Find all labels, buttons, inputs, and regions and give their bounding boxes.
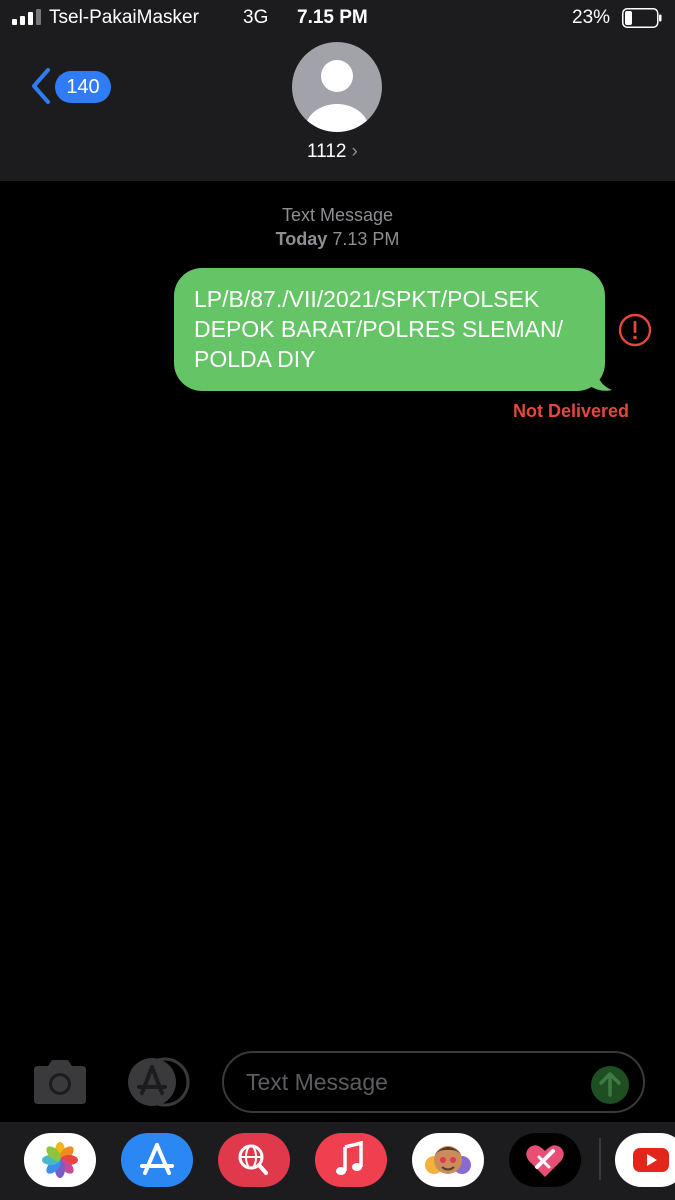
outgoing-message-bubble[interactable]: LP/B/87./VII/2021/SPKT/POLSEK DEPOK BARA… — [174, 268, 605, 391]
message-line: DEPOK BARAT/POLRES SLEMAN/ — [194, 316, 563, 342]
battery-percentage: 23% — [572, 7, 611, 28]
search-images-app-icon[interactable] — [218, 1133, 290, 1187]
conversation-header: Tsel-PakaiMasker 3G 7.15 PM 23% 140 1112… — [0, 0, 675, 181]
message-line: POLDA DIY — [194, 346, 316, 372]
timestamp-day: Today — [275, 229, 328, 249]
network-type: 3G — [243, 7, 269, 28]
unread-count-badge: 140 — [55, 71, 111, 103]
exclamation-circle-icon[interactable] — [618, 313, 652, 347]
memoji-stickers-app-icon[interactable] — [412, 1133, 484, 1187]
contact-name: 1112 — [307, 141, 347, 162]
contact-avatar-icon[interactable] — [292, 42, 382, 132]
carrier-name: Tsel-PakaiMasker — [49, 7, 199, 28]
bubble-tail — [590, 364, 612, 391]
imessage-app-drawer — [0, 1122, 675, 1200]
contact-name-link[interactable]: 1112 › — [307, 141, 358, 163]
message-input[interactable]: Text Message — [222, 1051, 645, 1113]
clock: 7.15 PM — [297, 7, 368, 28]
message-timestamp: Today 7.13 PM — [0, 229, 675, 250]
digital-touch-app-icon[interactable] — [509, 1133, 581, 1187]
message-input-placeholder: Text Message — [246, 1069, 388, 1095]
back-button[interactable]: 140 — [28, 66, 118, 108]
camera-icon[interactable] — [30, 1058, 90, 1106]
send-arrow-icon[interactable] — [590, 1065, 630, 1105]
youtube-app-icon[interactable] — [615, 1133, 675, 1187]
delivery-status: Not Delivered — [513, 401, 630, 421]
photos-app-icon[interactable] — [24, 1133, 96, 1187]
timestamp-time: 7.13 PM — [327, 229, 400, 249]
signal-strength-icon — [12, 9, 41, 25]
app-store-app-icon[interactable] — [121, 1133, 193, 1187]
chevron-left-icon — [32, 68, 50, 104]
status-bar: Tsel-PakaiMasker 3G 7.15 PM 23% — [0, 0, 675, 40]
chevron-right-icon: › — [351, 141, 358, 162]
music-app-icon[interactable] — [315, 1133, 387, 1187]
app-store-icon[interactable] — [125, 1057, 191, 1107]
drawer-divider — [599, 1138, 601, 1180]
message-line: LP/B/87./VII/2021/SPKT/POLSEK — [194, 286, 540, 312]
message-service-label: Text Message — [281, 205, 394, 225]
battery-icon — [622, 8, 662, 28]
